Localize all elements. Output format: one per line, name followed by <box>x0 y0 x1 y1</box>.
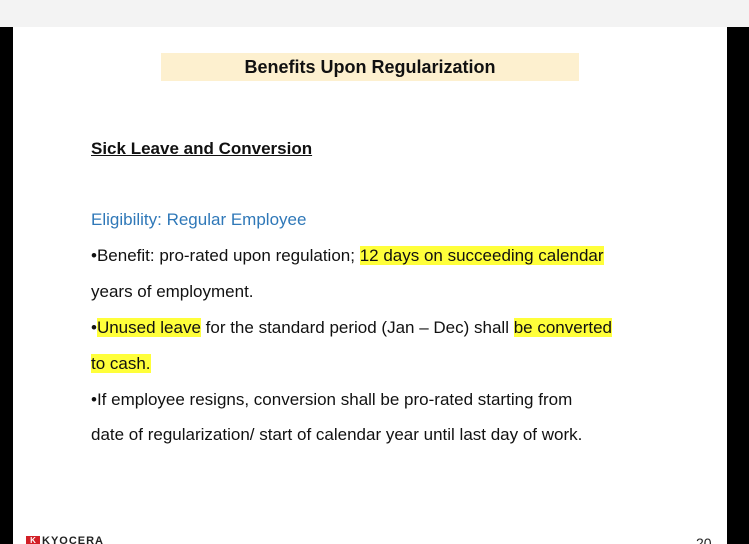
top-bar <box>0 0 749 27</box>
logo-mark-icon: K <box>26 536 40 544</box>
bullet-benefit-line2: years of employment. <box>91 282 254 301</box>
logo-text: KYOCERA <box>42 535 105 544</box>
eligibility-text: Eligibility: Regular Employee <box>91 210 307 229</box>
right-border <box>727 27 749 544</box>
bullet-benefit-prefix: •Benefit: pro-rated upon regulation; <box>91 246 360 265</box>
company-logo: K KYOCERA <box>26 535 104 544</box>
bullet-benefit-line1: •Benefit: pro-rated upon regulation; 12 … <box>91 246 604 266</box>
bullet-benefit-highlight: 12 days on succeeding calendar <box>359 246 604 265</box>
bullet-unused-line2: to cash. <box>91 354 151 374</box>
slide-title: Benefits Upon Regularization <box>244 56 496 77</box>
section-heading: Sick Leave and Conversion <box>91 139 313 158</box>
left-border <box>0 27 13 544</box>
bullet-unused-middle: for the standard period (Jan – Dec) shal… <box>200 318 514 337</box>
page-number: 20 <box>696 535 712 544</box>
bullet-unused-highlight3: to cash. <box>91 354 151 373</box>
slide: Benefits Upon Regularization Sick Leave … <box>13 27 727 544</box>
bullet-unused-highlight1: Unused leave <box>96 318 201 337</box>
bullet-resign-line2: date of regularization/ start of calenda… <box>91 425 583 444</box>
bullet-unused-line1: •Unused leave for the standard period (J… <box>91 318 612 338</box>
bullet-resign-line1: •If employee resigns, conversion shall b… <box>91 390 573 409</box>
bullet-unused-highlight2: be converted <box>513 318 612 337</box>
title-box: Benefits Upon Regularization <box>161 53 579 81</box>
